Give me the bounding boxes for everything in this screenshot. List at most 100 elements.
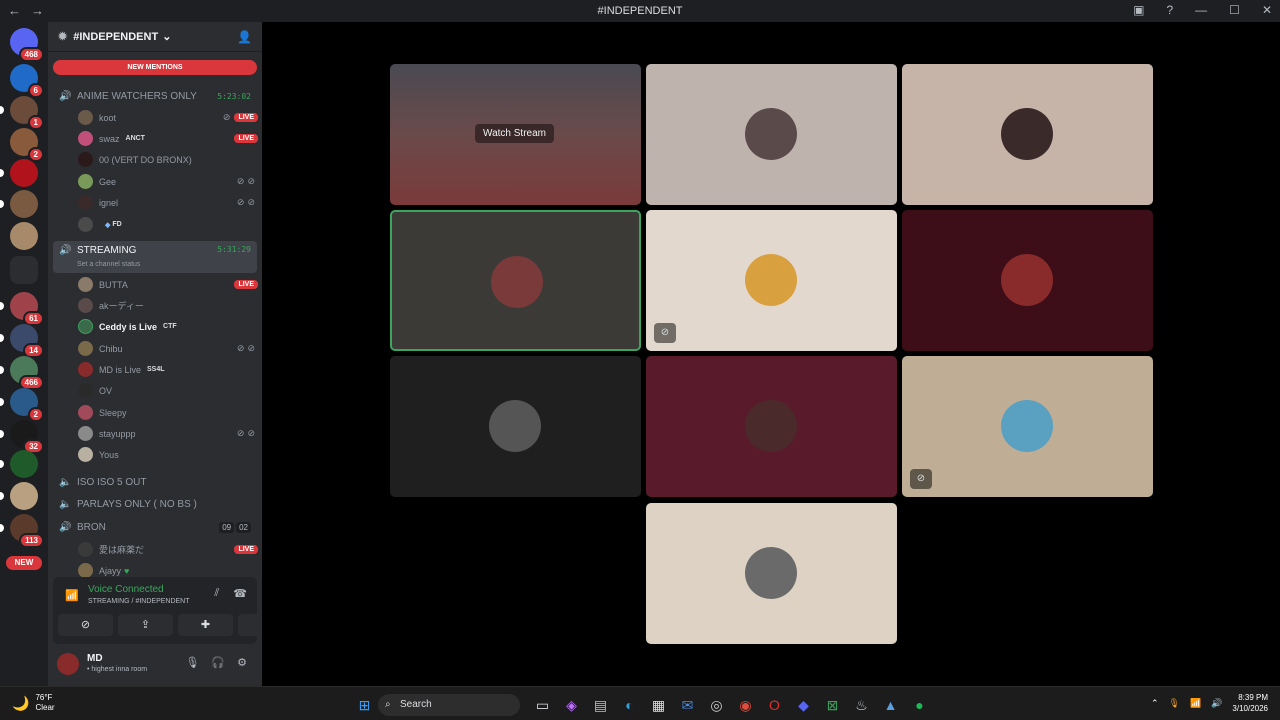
server-icon[interactable] [0, 450, 38, 478]
network-icon[interactable]: 📶 [1190, 698, 1201, 709]
discord-icon[interactable]: ◆ [789, 695, 818, 715]
voice-user[interactable]: Ceddy is Live CTF [78, 316, 258, 337]
server-icon[interactable] [0, 190, 38, 218]
spotify-icon[interactable]: ● [905, 695, 934, 715]
voice-user[interactable]: OV [78, 380, 258, 401]
outlook-icon[interactable]: ✉ [673, 695, 702, 715]
help-icon[interactable]: ? [1166, 3, 1173, 17]
avatar [78, 542, 93, 557]
volume-icon[interactable]: 🔊 [1211, 698, 1222, 709]
soundboard-button[interactable]: ♪ [238, 614, 262, 636]
home-button[interactable]: 468 [10, 28, 44, 62]
voice-user[interactable]: Sleepy [78, 402, 258, 423]
voice-user[interactable]: Yous [78, 444, 258, 465]
server-icon[interactable]: 466 [0, 356, 44, 390]
microphone-icon[interactable]: 🎙 [185, 656, 199, 669]
edge-icon[interactable]: ◐ [615, 695, 644, 715]
app-icon[interactable]: ◎ [702, 695, 731, 715]
avatar[interactable] [57, 653, 79, 675]
participant-tile[interactable] [646, 503, 897, 644]
server-header[interactable]: ✹ #INDEPENDENT ⌄ 👤 [48, 22, 262, 52]
voice-user[interactable]: ◆ FD [78, 214, 258, 235]
voice-channel-iso[interactable]: 🔈 ISO ISO 5 OUT [53, 472, 257, 492]
opera-icon[interactable]: O [760, 695, 789, 715]
chrome-icon[interactable]: ◉ [731, 695, 760, 715]
close-button[interactable]: ✕ [1262, 3, 1272, 17]
voice-user[interactable]: swaz ANCT LIVE [78, 128, 258, 149]
server-icon[interactable] [10, 222, 38, 250]
participant-tile[interactable] [390, 356, 641, 497]
file-explorer-icon[interactable]: ▤ [586, 695, 615, 715]
xbox-icon[interactable]: ⊠ [818, 695, 847, 715]
headphones-icon[interactable]: 🎧 [211, 656, 225, 669]
taskbar-search[interactable]: ⌕ Search [378, 694, 520, 716]
connection-signal-icon[interactable]: 📶 [65, 589, 79, 602]
weather-widget[interactable]: 🌙 76°F Clear [12, 693, 55, 713]
photos-icon[interactable]: ▲ [876, 695, 905, 715]
server-icon[interactable]: 6 [10, 64, 44, 98]
channel-status[interactable]: Set a channel status [77, 261, 140, 268]
share-screen-button[interactable]: ⇪ [118, 614, 173, 636]
channel-name: ISO ISO 5 OUT [77, 476, 147, 488]
voice-user[interactable]: akーディー [78, 295, 258, 316]
voice-status-title[interactable]: Voice Connected [88, 584, 164, 595]
participant-tile[interactable]: ⊘ [902, 356, 1153, 497]
participant-tile[interactable] [902, 210, 1153, 351]
muted-deafened-icons: ⊘⊘ [236, 343, 258, 353]
voice-status-subtitle[interactable]: STREAMING / #INDEPENDENT [88, 598, 190, 605]
steam-icon[interactable]: ♨ [847, 695, 876, 715]
voice-user[interactable]: Gee ⊘⊘ [78, 171, 258, 192]
server-icon[interactable]: 1 [0, 96, 44, 130]
voice-user[interactable]: ignel ⊘⊘ [78, 192, 258, 213]
voice-user[interactable]: 00 (VERT DO BRONX) [78, 149, 258, 170]
voice-user[interactable]: MD is Live SS4L [78, 359, 258, 380]
voice-channel-parlays[interactable]: 🔈 PARLAYS ONLY ( NO BS ) [53, 494, 257, 514]
new-mentions-pill[interactable]: NEW MENTIONS [53, 60, 257, 75]
invite-people-icon[interactable]: 👤 [237, 30, 252, 44]
task-view-icon[interactable]: ▭ [528, 695, 557, 715]
store-icon[interactable]: ▦ [644, 695, 673, 715]
gear-icon[interactable]: ⚙ [237, 656, 247, 669]
voice-user[interactable]: Chibu ⊘⊘ [78, 338, 258, 359]
server-icon[interactable]: 2 [0, 388, 44, 422]
voice-user[interactable]: 愛は麻薬だ LIVE [78, 539, 258, 560]
voice-user[interactable]: koot ⊘ LIVE [78, 107, 258, 128]
server-icon[interactable]: 61 [0, 292, 44, 326]
folder-icon[interactable] [10, 256, 38, 284]
windows-start-icon[interactable]: ⊞ [350, 695, 379, 715]
server-icon[interactable]: 32 [0, 420, 44, 454]
server-icon[interactable]: 14 [0, 324, 44, 358]
user-limit: 02 [236, 521, 251, 533]
channel-name: STREAMING [77, 245, 137, 256]
minimize-button[interactable]: — [1195, 3, 1207, 17]
voice-user[interactable]: stayuppp ⊘⊘ [78, 423, 258, 444]
server-icon[interactable]: 2 [10, 128, 44, 162]
stream-tile[interactable]: Watch Stream [390, 64, 641, 205]
new-unreads-pill[interactable]: NEW [6, 556, 42, 570]
camera-off-button[interactable]: ⊘ [58, 614, 113, 636]
clock[interactable]: 8:39 PM 3/10/2026 [1232, 692, 1268, 714]
participant-tile[interactable] [902, 64, 1153, 205]
voice-channel-anime[interactable]: 🔊 ANIME WATCHERS ONLY 5:23:02 [53, 86, 257, 106]
activities-button[interactable]: ✚ [178, 614, 233, 636]
microphone-icon[interactable]: 🎙 [1169, 698, 1180, 709]
voice-user[interactable]: BUTTA LIVE [78, 274, 258, 295]
maximize-button[interactable]: ☐ [1229, 3, 1240, 17]
server-icon[interactable]: 113 [0, 514, 44, 548]
copilot-icon[interactable]: ◈ [557, 695, 586, 715]
participant-tile[interactable] [646, 356, 897, 497]
noise-suppression-icon[interactable]: ⫽ [214, 587, 219, 600]
participant-tile[interactable] [646, 64, 897, 205]
server-icon[interactable] [0, 482, 38, 510]
inbox-icon[interactable]: ▣ [1133, 3, 1144, 17]
chevron-up-icon[interactable]: ⌃ [1151, 698, 1159, 709]
heart-icon: ♥ [124, 565, 130, 576]
disconnect-icon[interactable]: ☎ [233, 587, 247, 600]
voice-channel-bron[interactable]: 🔊 BRON 09 02 [53, 517, 257, 537]
voice-channel-streaming[interactable]: 🔊 STREAMING 5:31:29 Set a channel status [53, 241, 257, 273]
participant-tile[interactable]: ⊘ [646, 210, 897, 351]
server-icon[interactable] [0, 159, 38, 187]
server-tag: FD [112, 221, 122, 228]
watch-stream-button[interactable]: Watch Stream [475, 124, 554, 143]
participant-tile-speaking[interactable] [390, 210, 641, 351]
